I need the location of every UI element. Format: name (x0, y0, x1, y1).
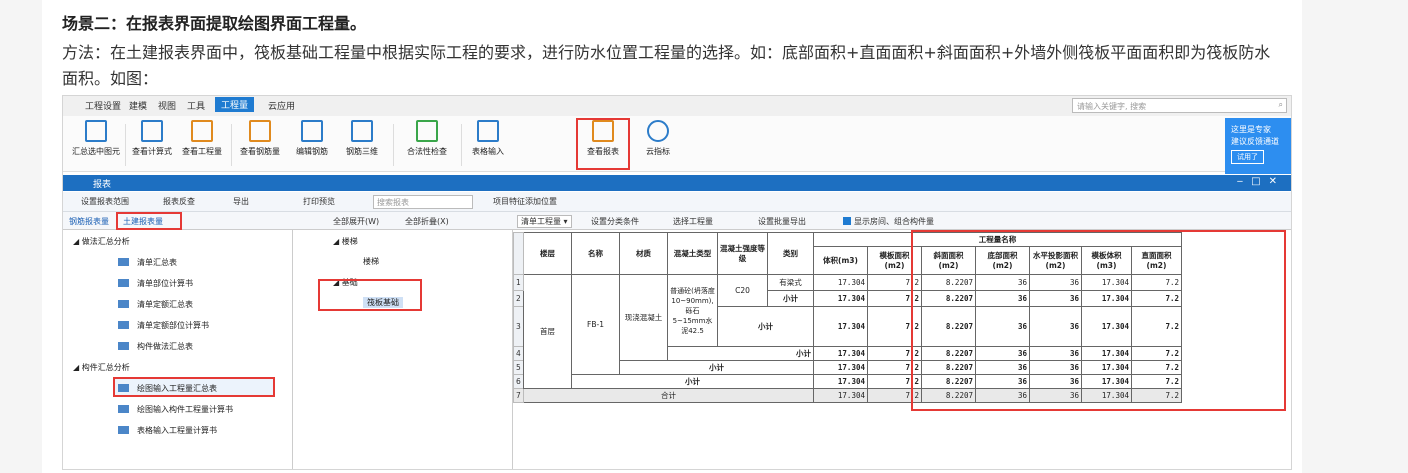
list-item[interactable]: 清单部位计算书 (118, 278, 193, 289)
check-icon (416, 120, 438, 142)
header-grade: 混凝土强度等级 (717, 232, 768, 275)
software-screenshot: 工程设置 建模 视图 工具 工程量 云应用 请输入关键字, 搜索 ⌕ 汇总选中图… (62, 95, 1292, 470)
summary-icon (85, 120, 107, 142)
tab-rebar-report[interactable]: 钢筋报表量 (69, 216, 109, 227)
tree-leaf-stairs[interactable]: 楼梯 (363, 256, 379, 267)
rebar-3d-button[interactable]: 钢筋三维 (337, 120, 387, 157)
feature-position-dropdown[interactable]: 项目特征添加位置 (493, 196, 557, 207)
report-table-panel: 清单工程量 ▾ 设置分类条件 选择工程量 设置批量导出 显示房间、组合构件量 楼… (513, 212, 1291, 469)
list-item-selected[interactable]: 绘图输入工程量汇总表 (118, 383, 217, 394)
collapse-all-button[interactable]: 全部折叠(X) (405, 216, 449, 227)
report-search-input[interactable]: 搜索报表 (373, 195, 473, 209)
document-icon (118, 321, 129, 329)
rebar-icon (249, 120, 271, 142)
tree-leaf-raft-foundation[interactable]: 筏板基础 (363, 297, 403, 308)
document-icon (118, 279, 129, 287)
global-search-input[interactable]: 请输入关键字, 搜索 ⌕ (1072, 98, 1287, 113)
print-preview-button[interactable]: 打印预览 (303, 196, 335, 207)
header-concrete-type: 混凝土类型 (667, 232, 718, 275)
view-quantity-button[interactable]: 查看工程量 (177, 120, 227, 157)
rebar-3d-icon (351, 120, 373, 142)
document-icon (118, 342, 129, 350)
document-icon (118, 300, 129, 308)
checkbox-checked-icon (843, 217, 851, 225)
menu-cloud[interactable]: 云应用 (268, 99, 295, 112)
header-material: 材质 (619, 232, 668, 275)
tree-group-component[interactable]: ◢ 构件汇总分析 (73, 362, 130, 373)
summarize-selected-button[interactable]: 汇总选中图元 (71, 120, 121, 157)
quantity-type-dropdown[interactable]: 清单工程量 ▾ (517, 215, 572, 228)
menu-project-settings[interactable]: 工程设置 (85, 99, 121, 112)
menu-quantities[interactable]: 工程量 (215, 97, 255, 112)
section-title: 场景二：在报表界面提取绘图界面工程量。 (62, 14, 367, 33)
list-item[interactable]: 表格输入工程量计算书 (118, 425, 217, 436)
promo-button[interactable]: 试用了 (1231, 150, 1264, 164)
formula-icon (141, 120, 163, 142)
expand-all-button[interactable]: 全部展开(W) (333, 216, 379, 227)
export-button[interactable]: 导出 (233, 196, 249, 207)
window-controls[interactable]: ‒□✕ (1237, 176, 1285, 187)
tree-group-method[interactable]: ◢ 做法汇总分析 (73, 236, 130, 247)
list-item[interactable]: 清单汇总表 (118, 257, 177, 268)
list-item[interactable]: 清单定额汇总表 (118, 299, 193, 310)
highlight-box (576, 118, 630, 170)
cloud-icon (647, 120, 669, 142)
view-rebar-button[interactable]: 查看钢筋量 (233, 120, 287, 157)
tree-node-stairs[interactable]: ◢ 楼梯 (333, 236, 358, 247)
document-icon (118, 384, 129, 392)
header-category: 类别 (767, 232, 814, 275)
report-toolbar: 设置报表范围 报表反查 导出 打印预览 搜索报表 项目特征添加位置 (63, 192, 1291, 212)
article-page: 场景二：在报表界面提取绘图界面工程量。 方法：在土建报表界面中，筏板基础工程量中… (42, 0, 1302, 473)
menu-tools[interactable]: 工具 (187, 99, 205, 112)
view-formula-button[interactable]: 查看计算式 (127, 120, 177, 157)
search-icon: ⌕ (1278, 100, 1283, 109)
list-item[interactable]: 清单定额部位计算书 (118, 320, 209, 331)
batch-export-button[interactable]: 设置批量导出 (758, 216, 806, 227)
header-name: 名称 (571, 232, 620, 275)
menubar: 工程设置 建模 视图 工具 工程量 云应用 请输入关键字, 搜索 ⌕ (63, 96, 1291, 116)
show-room-checkbox[interactable]: 显示房间、组合构件量 (843, 216, 934, 227)
expert-promo[interactable]: 这里是专家 建议反馈通道 试用了 (1225, 118, 1291, 174)
highlight-box (911, 230, 1286, 411)
report-list-panel: 钢筋报表量 土建报表量 ◢ 做法汇总分析 清单汇总表 清单部位计算书 清单定额汇… (63, 212, 293, 469)
list-item[interactable]: 构件做法汇总表 (118, 341, 193, 352)
component-tree-panel: 全部展开(W) 全部折叠(X) ◢ 楼梯 楼梯 ◢ 基础 筏板基础 (293, 212, 513, 469)
set-report-range-button[interactable]: 设置报表范围 (81, 196, 129, 207)
quantity-icon (191, 120, 213, 142)
table-input-button[interactable]: 表格输入 (463, 120, 513, 157)
report-reverse-button[interactable]: 报表反查 (163, 196, 195, 207)
menu-modeling[interactable]: 建模 (129, 99, 147, 112)
document-icon (118, 426, 129, 434)
set-classification-button[interactable]: 设置分类条件 (591, 216, 639, 227)
ribbon: 汇总选中图元 查看计算式 查看工程量 查看钢筋量 编辑钢筋 钢筋三维 合法性检查… (63, 116, 1291, 172)
report-dialog-title: 报表 ‒□✕ (63, 175, 1291, 191)
select-quantity-button[interactable]: 选择工程量 (673, 216, 713, 227)
table-icon (477, 120, 499, 142)
section-paragraph: 方法：在土建报表界面中，筏板基础工程量中根据实际工程的要求，进行防水位置工程量的… (62, 43, 1271, 88)
list-item[interactable]: 绘图输入构件工程量计算书 (118, 404, 233, 415)
highlight-box (116, 212, 182, 230)
validity-check-button[interactable]: 合法性检查 (397, 120, 457, 157)
pencil-icon (301, 120, 323, 142)
document-icon (118, 258, 129, 266)
menu-view[interactable]: 视图 (158, 99, 176, 112)
document-icon (118, 405, 129, 413)
cloud-index-button[interactable]: 云指标 (635, 120, 681, 157)
edit-rebar-button[interactable]: 编辑钢筋 (287, 120, 337, 157)
header-floor: 楼层 (523, 232, 572, 275)
header-volume: 体积(m3) (813, 246, 868, 275)
